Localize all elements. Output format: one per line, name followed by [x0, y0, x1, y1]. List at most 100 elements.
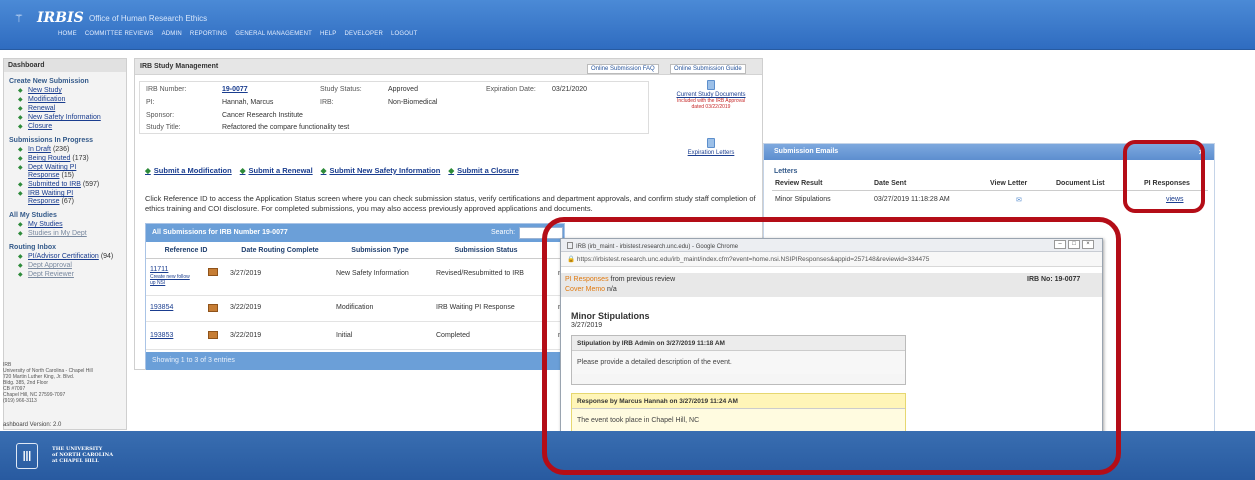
irb-number-link[interactable]: 19-0077: [222, 86, 248, 93]
logo-mark-icon: ⚚: [14, 12, 24, 25]
sidebar-item-label[interactable]: New Safety Information: [28, 114, 101, 122]
sponsor-value: Cancer Research Institute: [222, 112, 303, 119]
submission-links: ◆ Submit a Modification ◆ Submit a Renewal…: [145, 166, 519, 175]
sidebar-item-dept-waiting[interactable]: ◆ Dept Waiting PI Response (15): [4, 163, 126, 180]
sidebar-item-label[interactable]: Submitted to IRB: [28, 181, 81, 188]
irb-value: Non-Biomedical: [388, 99, 438, 106]
unc-seal-icon: Ⅲ: [16, 443, 38, 469]
arrow-icon: ◆: [18, 147, 23, 153]
col-date-sent: Date Sent: [874, 180, 907, 187]
current-docs[interactable]: Current Study Documents Included with th…: [675, 80, 747, 110]
sidebar-item-irb-waiting[interactable]: ◆ IRB Waiting PI Response (67): [4, 189, 126, 206]
guide-button[interactable]: Online Submission Guide: [670, 64, 746, 74]
sidebar-item-label[interactable]: Being Routed: [28, 155, 70, 162]
col-submission-type[interactable]: Submission Type: [334, 242, 426, 258]
sidebar-item-modification[interactable]: ◆ Modification: [4, 95, 126, 104]
reference-id-link[interactable]: 193853: [150, 332, 173, 339]
arrow-icon: ◆: [18, 115, 23, 121]
expiration-letters-link[interactable]: Expiration Letters: [688, 150, 735, 156]
table-title: All Submissions for IRB Number 19-0077 S…: [146, 224, 564, 242]
sidebar-item-label[interactable]: Closure: [28, 123, 52, 131]
submission-type: Initial: [336, 332, 353, 339]
sidebar-heading-progress: Submissions In Progress: [9, 137, 94, 144]
routing-date: 3/27/2019: [230, 270, 262, 277]
sidebar-item-closure[interactable]: ◆ Closure: [4, 122, 126, 131]
folder-icon[interactable]: [208, 268, 218, 276]
nav-committee-reviews[interactable]: COMMITTEE REVIEWS: [85, 31, 154, 37]
nav-general-management[interactable]: GENERAL MANAGEMENT: [235, 31, 312, 37]
sidebar-item-label[interactable]: PI/Advisor Certification: [28, 253, 99, 260]
submit-modification-link[interactable]: ◆ Submit a Modification: [145, 166, 232, 175]
app-subtitle: Office of Human Research Ethics: [89, 14, 208, 23]
current-docs-note: Included with the IRB Approval dated 03/…: [676, 98, 746, 110]
sidebar-item-label[interactable]: Renewal: [28, 105, 55, 113]
nav-developer[interactable]: DEVELOPER: [345, 31, 383, 37]
reference-id-link[interactable]: 193854: [150, 304, 173, 311]
sidebar-item-new-safety-info[interactable]: ◆ New Safety Information: [4, 113, 126, 122]
sidebar-item-label[interactable]: Dept Approval: [28, 262, 72, 270]
sidebar-item-label[interactable]: In Draft: [28, 146, 51, 153]
nav-home[interactable]: HOME: [58, 31, 77, 37]
title-label: Study Title:: [146, 124, 181, 131]
arrow-icon: ◆: [18, 106, 23, 112]
sidebar-item-count: (236): [52, 146, 70, 153]
dashboard-version: ashboard Version: 2.0: [3, 422, 62, 428]
nav-reporting[interactable]: REPORTING: [190, 31, 227, 37]
wordmark-line: at CHAPEL HILL: [52, 458, 99, 464]
routing-date: 3/22/2019: [230, 304, 262, 311]
follow-up-link[interactable]: Create new follow up NSI: [150, 274, 194, 286]
page: ⚚ IRBIS Office of Human Research Ethics …: [0, 0, 1255, 480]
sidebar-item-being-routed[interactable]: ◆ Being Routed (173): [4, 154, 126, 163]
submission-status: Completed: [436, 332, 470, 339]
arrow-icon: ◆: [18, 88, 23, 94]
sidebar-item-submitted[interactable]: ◆ Submitted to IRB (597): [4, 180, 126, 189]
folder-icon[interactable]: [208, 331, 218, 339]
envelope-icon[interactable]: ✉: [1016, 196, 1022, 204]
arrow-icon: ◆: [239, 166, 246, 175]
irb-address: IRB University of North Carolina - Chape…: [0, 362, 93, 404]
sidebar-item-pi-cert[interactable]: ◆ PI/Advisor Certification (94): [4, 252, 126, 261]
sidebar-item-label[interactable]: My Studies: [28, 221, 63, 229]
address-line: (919) 966-3113: [3, 398, 37, 404]
nav-help[interactable]: HELP: [320, 31, 336, 37]
sidebar-item-dept-reviewer[interactable]: ◆ Dept Reviewer: [4, 270, 126, 279]
submission-status: Revised/Resubmitted to IRB: [436, 270, 524, 277]
sidebar-item-label[interactable]: New Study: [28, 87, 62, 95]
pi-value: Hannah, Marcus: [222, 99, 274, 106]
status-label: Study Status:: [320, 86, 362, 93]
search-label: Search:: [491, 229, 516, 236]
table-footer: Showing 1 to 3 of 3 entries: [146, 352, 566, 370]
sidebar-item-label[interactable]: Dept Reviewer: [28, 271, 74, 279]
title-value: Refactored the compare functionality tes…: [222, 124, 350, 131]
sidebar-item-new-study[interactable]: ◆ New Study: [4, 86, 126, 95]
sidebar-item-renewal[interactable]: ◆ Renewal: [4, 104, 126, 113]
sidebar-title: Dashboard: [4, 59, 126, 72]
expiration-letters[interactable]: Expiration Letters: [675, 138, 747, 156]
reference-id-link[interactable]: 11711: [150, 266, 168, 273]
sidebar-item-studies-dept[interactable]: ◆ Studies in My Dept: [4, 229, 126, 238]
arrow-icon: ◆: [18, 222, 23, 228]
sidebar-item-count: (67): [61, 198, 74, 205]
submit-safety-link[interactable]: ◆ Submit New Safety Information: [321, 166, 441, 175]
arrow-icon: ◆: [18, 182, 23, 188]
arrow-icon: ◆: [18, 156, 23, 162]
nav-admin[interactable]: ADMIN: [162, 31, 182, 37]
col-submission-status[interactable]: Submission Status: [426, 242, 546, 258]
instructions-text: Click Reference ID to access the Applica…: [145, 194, 756, 213]
submit-closure-link[interactable]: ◆ Submit a Closure: [448, 166, 518, 175]
sidebar-item-my-studies[interactable]: ◆ My Studies: [4, 220, 126, 229]
sidebar-item-label[interactable]: Modification: [28, 96, 65, 104]
col-reference-id[interactable]: Reference ID: [146, 242, 226, 258]
arrow-icon: ◆: [18, 231, 23, 237]
link-label: Submit New Safety Information: [329, 166, 441, 175]
arrow-icon: ◆: [448, 166, 455, 175]
sidebar-item-dept-approval[interactable]: ◆ Dept Approval: [4, 261, 126, 270]
folder-icon[interactable]: [208, 304, 218, 312]
nav-logout[interactable]: LOGOUT: [391, 31, 418, 37]
submit-renewal-link[interactable]: ◆ Submit a Renewal: [240, 166, 313, 175]
sidebar-item-label[interactable]: Studies in My Dept: [28, 230, 87, 238]
table-title-text: All Submissions for IRB Number 19-0077: [152, 229, 288, 236]
faq-button[interactable]: Online Submission FAQ: [587, 64, 659, 74]
col-date-routing[interactable]: Date Routing Complete: [226, 242, 334, 258]
sidebar-item-in-draft[interactable]: ◆ In Draft (236): [4, 145, 126, 154]
